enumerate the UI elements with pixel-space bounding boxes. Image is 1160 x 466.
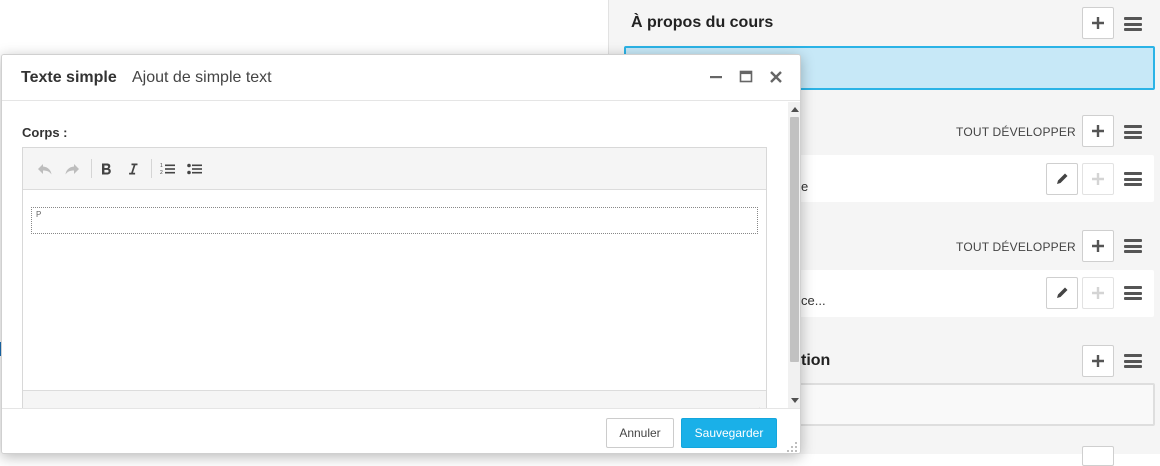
pencil-icon bbox=[1057, 287, 1068, 298]
dialog-header: Texte simple Ajout de simple text bbox=[2, 55, 800, 101]
bold-icon[interactable] bbox=[96, 159, 116, 179]
menu-icon-about[interactable] bbox=[1124, 17, 1142, 31]
rich-text-editor: 12 P bbox=[22, 147, 767, 408]
dialog-subtitle: Ajout de simple text bbox=[132, 69, 272, 86]
menu-icon-row-1[interactable] bbox=[1124, 172, 1142, 186]
close-icon[interactable] bbox=[768, 69, 784, 85]
menu-icon-row-2[interactable] bbox=[1124, 286, 1142, 300]
content-row-1-text: e bbox=[801, 179, 809, 194]
svg-text:2: 2 bbox=[160, 170, 163, 176]
menu-icon-section-3[interactable] bbox=[1124, 239, 1142, 253]
edit-button-row-2[interactable] bbox=[1046, 277, 1078, 309]
dialog-resize-icon[interactable] bbox=[786, 439, 798, 452]
add-button-section-2[interactable] bbox=[1082, 115, 1114, 147]
add-button-about[interactable] bbox=[1082, 7, 1114, 39]
scroll-up-arrow-icon[interactable] bbox=[791, 107, 799, 112]
cancel-button[interactable]: Annuler bbox=[606, 418, 674, 448]
content-row-2-text: ce... bbox=[801, 293, 826, 308]
plus-icon bbox=[1092, 240, 1104, 252]
expand-all-link-2[interactable]: TOUT DÉVELOPPER bbox=[956, 240, 1076, 254]
plus-icon bbox=[1092, 355, 1104, 367]
section-title-4: tion bbox=[801, 352, 831, 369]
undo-icon[interactable] bbox=[35, 159, 55, 179]
pencil-icon bbox=[1057, 173, 1068, 184]
editor-content-area[interactable]: P bbox=[31, 207, 758, 234]
dialog-vertical-scrollbar[interactable] bbox=[788, 102, 800, 408]
editor-statusbar bbox=[23, 390, 766, 408]
add-button-row-2 bbox=[1082, 277, 1114, 309]
dialog-footer: Annuler Sauvegarder bbox=[2, 408, 800, 453]
italic-icon[interactable] bbox=[123, 159, 143, 179]
save-button[interactable]: Sauvegarder bbox=[681, 418, 777, 448]
plus-icon bbox=[1092, 17, 1104, 29]
bullet-list-icon[interactable] bbox=[185, 159, 205, 179]
plus-icon bbox=[1092, 173, 1104, 185]
section-title-about: À propos du cours bbox=[631, 14, 774, 31]
menu-icon-section-4[interactable] bbox=[1124, 354, 1142, 368]
plus-icon bbox=[1092, 287, 1104, 299]
add-button-section-5[interactable] bbox=[1082, 446, 1114, 466]
menu-icon-section-2[interactable] bbox=[1124, 125, 1142, 139]
edit-button-row-1[interactable] bbox=[1046, 163, 1078, 195]
svg-text:1: 1 bbox=[160, 163, 163, 169]
dialog-body: Corps : 12 P bbox=[2, 102, 788, 408]
paragraph-block-marker: P bbox=[36, 210, 42, 219]
scrollbar-thumb[interactable] bbox=[790, 117, 799, 362]
simple-text-dialog: Texte simple Ajout de simple text Corps … bbox=[1, 54, 801, 454]
plus-icon bbox=[1092, 125, 1104, 137]
scroll-down-arrow-icon[interactable] bbox=[791, 398, 799, 403]
dialog-title: Texte simple bbox=[21, 69, 117, 86]
redo-icon[interactable] bbox=[62, 159, 82, 179]
editor-toolbar: 12 bbox=[23, 148, 766, 190]
expand-all-link-1[interactable]: TOUT DÉVELOPPER bbox=[956, 125, 1076, 139]
body-field-label: Corps : bbox=[22, 125, 68, 140]
maximize-icon[interactable] bbox=[738, 69, 754, 85]
add-button-section-3[interactable] bbox=[1082, 230, 1114, 262]
add-button-section-4[interactable] bbox=[1082, 345, 1114, 377]
minimize-icon[interactable] bbox=[708, 69, 724, 85]
numbered-list-icon[interactable]: 12 bbox=[158, 159, 178, 179]
add-button-row-1 bbox=[1082, 163, 1114, 195]
